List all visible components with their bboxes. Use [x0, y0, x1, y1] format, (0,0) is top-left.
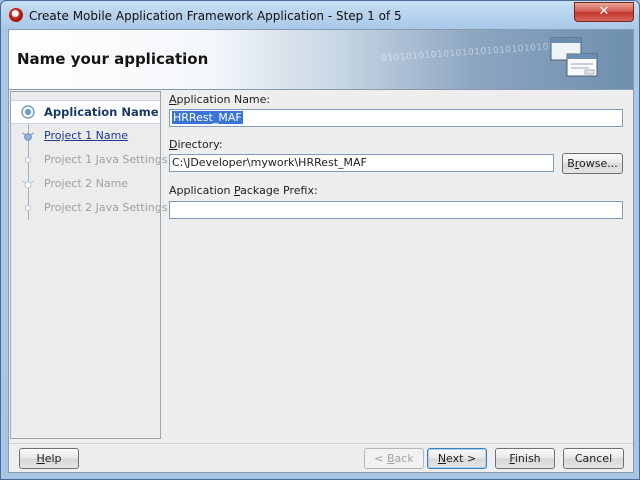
step-dot-icon	[24, 156, 32, 164]
directory-input[interactable]: C:\JDeveloper\mywork\HRRest_MAF	[169, 154, 554, 172]
step-label: Project 2 Java Settings	[44, 201, 168, 214]
cancel-button[interactable]: Cancel	[563, 448, 624, 469]
package-prefix-input[interactable]	[169, 201, 623, 219]
wizard-windows-icon	[550, 37, 598, 77]
step-dot-icon	[24, 204, 32, 212]
application-name-label: Application Name:	[169, 93, 271, 106]
directory-value: C:\JDeveloper\mywork\HRRest_MAF	[172, 156, 367, 169]
dialog-body: Name your application 010101010101010101…	[8, 29, 634, 473]
browse-button[interactable]: Browse...	[562, 153, 623, 174]
jdeveloper-logo-icon	[9, 8, 23, 22]
step-label: Project 1 Java Settings	[44, 153, 168, 166]
wizard-window: Create Mobile Application Framework Appl…	[0, 0, 640, 480]
step-project-1-name[interactable]: Project 1 Name	[11, 125, 160, 147]
step-project-2-name: Project 2 Name	[11, 173, 160, 195]
wizard-steps-panel: Application Name Project 1 Name Project …	[10, 91, 167, 439]
footer-divider	[9, 443, 633, 444]
step-project-2-java-settings: Project 2 Java Settings	[11, 197, 167, 219]
project-step-icon	[21, 180, 35, 189]
step-project-1-java-settings: Project 1 Java Settings	[11, 149, 167, 171]
close-icon: ✕	[598, 4, 610, 19]
application-name-input[interactable]: HRRest_MAF	[169, 109, 623, 127]
binary-decoration: 0101010101010101010101010101	[380, 41, 556, 65]
next-button[interactable]: Next >	[427, 448, 487, 469]
current-step-icon	[21, 105, 35, 119]
finish-button[interactable]: Finish	[495, 448, 555, 469]
package-prefix-label: Application Package Prefix:	[169, 184, 318, 197]
directory-label: Directory:	[169, 138, 223, 151]
step-label: Application Name	[44, 105, 159, 119]
application-name-value: HRRest_MAF	[172, 111, 243, 124]
close-button[interactable]: ✕	[574, 2, 634, 22]
step-label: Project 1 Name	[44, 129, 129, 142]
step-label: Project 2 Name	[44, 177, 129, 190]
step-application-name[interactable]: Application Name	[11, 100, 160, 124]
window-title: Create Mobile Application Framework Appl…	[29, 9, 402, 23]
project-step-icon	[21, 132, 35, 141]
title-bar[interactable]: Create Mobile Application Framework Appl…	[1, 1, 639, 29]
back-button[interactable]: < Back	[364, 448, 424, 469]
help-button[interactable]: Help	[19, 448, 79, 469]
page-title: Name your application	[17, 50, 209, 68]
header-banner: Name your application 010101010101010101…	[9, 30, 633, 90]
